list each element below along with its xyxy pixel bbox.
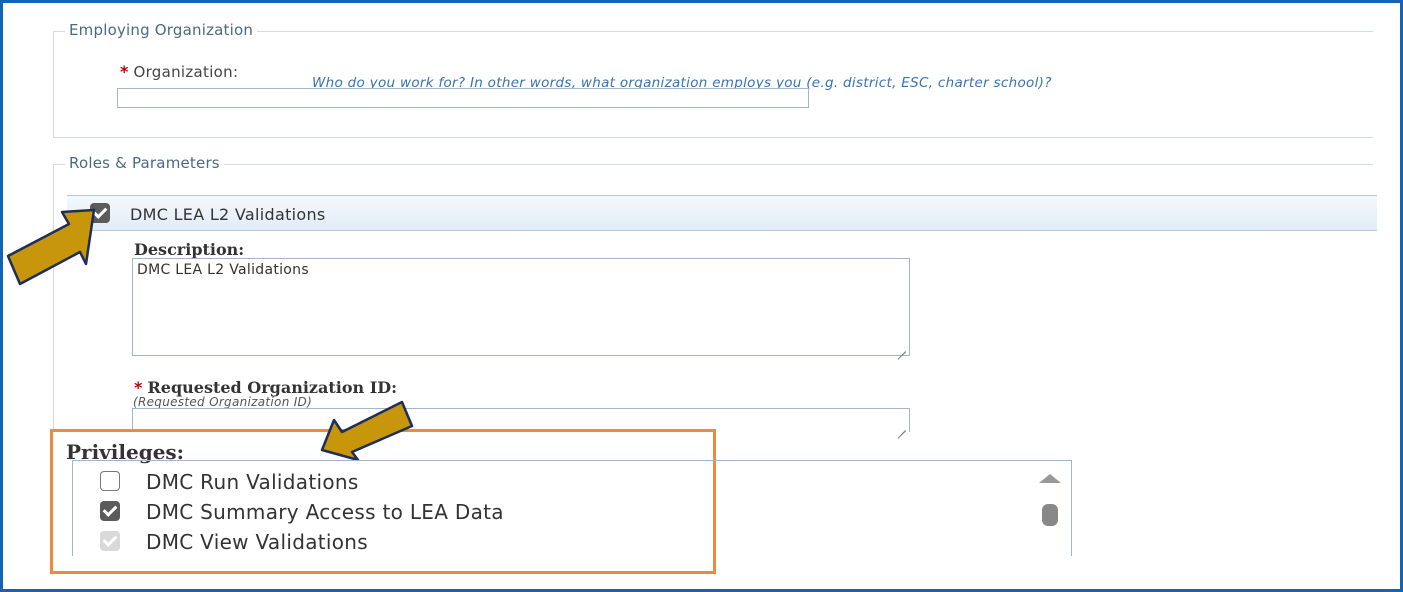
organization-label-row: * Organization:: [120, 62, 238, 81]
roles-parameters-legend: Roles & Parameters: [65, 154, 224, 172]
employing-organization-legend: Employing Organization: [65, 21, 258, 39]
description-value: DMC LEA L2 Validations: [137, 262, 309, 278]
privilege-item[interactable]: DMC Run Validations: [98, 469, 798, 495]
privilege-label: DMC Run Validations: [146, 470, 359, 494]
resize-handle-icon[interactable]: [898, 423, 906, 431]
privilege-label: DMC Summary Access to LEA Data: [146, 500, 504, 524]
organization-input[interactable]: [117, 88, 809, 108]
role-title: DMC LEA L2 Validations: [130, 205, 326, 224]
description-label: Description:: [134, 240, 245, 259]
fieldset-border-bottom: [53, 137, 1373, 138]
privilege-item: DMC View Validations: [98, 529, 798, 555]
required-marker: *: [120, 62, 129, 81]
annotation-arrow-icon: [320, 400, 414, 460]
scroll-up-icon[interactable]: [1039, 474, 1061, 483]
annotation-arrow-icon: [6, 208, 96, 286]
fieldset-border-top: [53, 164, 1373, 165]
description-textarea[interactable]: DMC LEA L2 Validations: [132, 258, 910, 356]
privilege-checkbox[interactable]: [100, 501, 120, 521]
scrollbar-thumb[interactable]: [1042, 504, 1058, 526]
resize-handle-icon[interactable]: [898, 344, 906, 352]
privilege-item[interactable]: DMC Summary Access to LEA Data: [98, 499, 798, 525]
requested-org-hint: (Requested Organization ID): [133, 395, 313, 409]
organization-label: Organization:: [133, 63, 239, 81]
privilege-checkbox: [100, 531, 120, 551]
privilege-label: DMC View Validations: [146, 530, 368, 554]
role-header-bar[interactable]: DMC LEA L2 Validations: [67, 195, 1377, 231]
privilege-checkbox[interactable]: [100, 471, 120, 491]
fieldset-border-left: [53, 31, 54, 137]
